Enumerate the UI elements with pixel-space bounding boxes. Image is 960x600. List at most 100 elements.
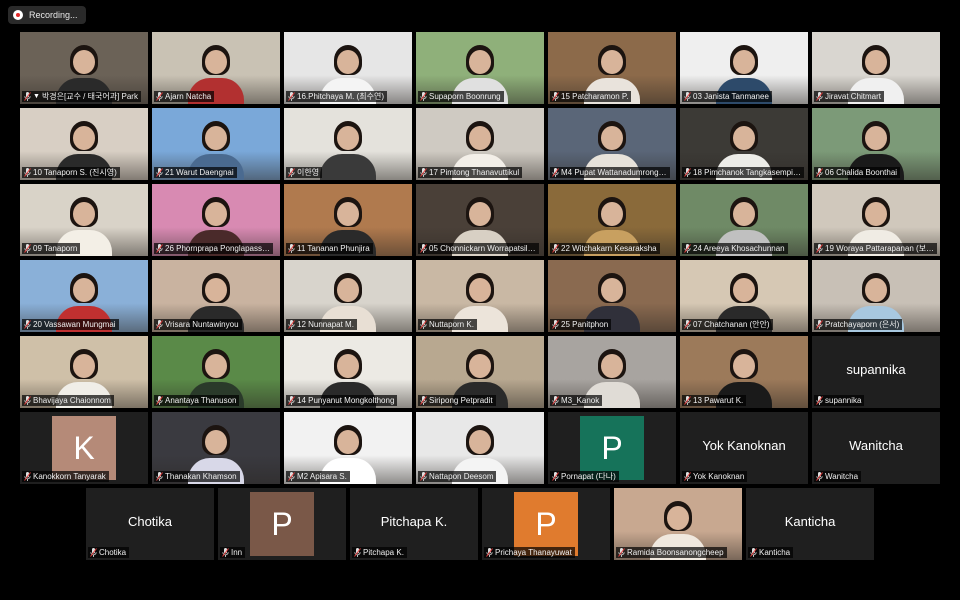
participant-name: 17 Pimtong Thanavuttikul	[429, 168, 520, 177]
participant-tile[interactable]: 26 Phornprapa Ponglapass…	[152, 184, 280, 256]
participant-face	[337, 50, 359, 74]
participant-tile[interactable]: ▼ 박경은[교수 / 태국어과] Park	[20, 32, 148, 104]
participant-tile[interactable]: Vrisara Nuntawinyou	[152, 260, 280, 332]
mic-muted-icon	[684, 396, 691, 405]
participant-tile[interactable]: 16.Phitchaya M. (최수연)	[284, 32, 412, 104]
participant-face	[469, 126, 491, 150]
mic-muted-icon	[222, 548, 229, 557]
participant-name-tag: 14 Punyanut Mongkolthong	[286, 395, 398, 406]
mic-muted-icon	[24, 244, 31, 253]
participant-face	[73, 202, 95, 226]
participant-name-tag: Thanakan Khamson	[154, 471, 240, 482]
participant-name-tag: 20 Vassawan Mungmai	[22, 319, 119, 330]
mic-muted-icon	[354, 548, 361, 557]
mic-muted-icon	[552, 396, 559, 405]
mic-muted-icon	[420, 320, 427, 329]
participant-face	[601, 202, 623, 226]
participant-tile[interactable]: 07 Chatchanan (안안)	[680, 260, 808, 332]
participant-tile[interactable]: P Prichaya Thanayuwat	[482, 488, 610, 560]
participant-tile[interactable]: 12 Nunnapat M.	[284, 260, 412, 332]
participant-tile[interactable]: P Inn	[218, 488, 346, 560]
participant-tile[interactable]: 18 Pimchanok Tangkasempi…	[680, 108, 808, 180]
participant-tile[interactable]: P Pornapat (다나)	[548, 412, 676, 484]
participant-name-tag: Kanticha	[748, 547, 794, 558]
participant-face	[205, 202, 227, 226]
participant-name-tag: 05 Chonnickarn Worrapatsil…	[418, 243, 539, 254]
participant-name-tag: 16.Phitchaya M. (최수연)	[286, 91, 387, 102]
participant-tile[interactable]: 17 Pimtong Thanavuttikul	[416, 108, 544, 180]
participant-tile[interactable]: Chotika Chotika	[86, 488, 214, 560]
participant-tile[interactable]: Nattapon Deesom	[416, 412, 544, 484]
participant-name-tag: 24 Areeya Khosachunnan	[682, 243, 788, 254]
participant-name-tag: Yok Kanoknan	[682, 471, 748, 482]
participant-tile[interactable]: 03 Janista Tanmanee	[680, 32, 808, 104]
participant-name: Nuttaporn K.	[429, 320, 474, 329]
mic-muted-icon	[156, 320, 163, 329]
participant-tile[interactable]: M2 Apisara S.	[284, 412, 412, 484]
participant-name: 15 Patcharamon P.	[561, 92, 629, 101]
participant-name: 이한영	[297, 168, 320, 177]
mic-muted-icon	[156, 92, 163, 101]
participant-name-tag: 11 Tananan Phunjira	[286, 243, 373, 254]
participant-name-tag: 21 Warut Daengnai	[154, 167, 237, 178]
participant-tile[interactable]: Pratchayaporn (은서)	[812, 260, 940, 332]
participant-name-tag: 이한영	[286, 167, 323, 178]
participant-tile[interactable]: 19 Woraya Pattarapanan (보…	[812, 184, 940, 256]
participant-name: Anantaya Thanuson	[165, 396, 237, 405]
participant-tile[interactable]: Pitchapa K. Pitchapa K.	[350, 488, 478, 560]
participant-face	[337, 278, 359, 302]
participant-tile[interactable]: Thanakan Khamson	[152, 412, 280, 484]
mic-muted-icon	[750, 548, 757, 557]
participant-tile[interactable]: 24 Areeya Khosachunnan	[680, 184, 808, 256]
participant-tile[interactable]: Anantaya Thanuson	[152, 336, 280, 408]
participant-tile[interactable]: 05 Chonnickarn Worrapatsil…	[416, 184, 544, 256]
participant-tile[interactable]: Jiravat Chitmart	[812, 32, 940, 104]
mic-muted-icon	[684, 92, 691, 101]
participant-tile[interactable]: 22 Witchakarn Kesaraksha	[548, 184, 676, 256]
participant-tile[interactable]: 11 Tananan Phunjira	[284, 184, 412, 256]
participant-tile[interactable]: Ajarn Natcha	[152, 32, 280, 104]
participant-name: Siripong Petpradit	[429, 396, 493, 405]
participant-tile[interactable]: Bhavijaya Chaionnom	[20, 336, 148, 408]
mic-muted-icon	[816, 168, 823, 177]
participant-tile[interactable]: 13 Pawarut K.	[680, 336, 808, 408]
participant-name-tag: Siripong Petpradit	[418, 395, 496, 406]
participant-name: Ajarn Natcha	[165, 92, 212, 101]
participant-tile[interactable]: 09 Tanaporn	[20, 184, 148, 256]
participant-tile[interactable]: Wanitcha Wanitcha	[812, 412, 940, 484]
participant-tile[interactable]: supannika supannika	[812, 336, 940, 408]
recording-label: Recording...	[29, 10, 78, 20]
mic-muted-icon	[24, 92, 31, 101]
participant-tile[interactable]: M4 Pupat Wattanadumrong…	[548, 108, 676, 180]
participant-name-tag: Vrisara Nuntawinyou	[154, 319, 242, 330]
participant-display-name: Yok Kanoknan	[702, 438, 786, 453]
participant-tile[interactable]: Supaporn Boonrung	[416, 32, 544, 104]
participant-tile[interactable]: 21 Warut Daengnai	[152, 108, 280, 180]
participant-tile[interactable]: 20 Vassawan Mungmai	[20, 260, 148, 332]
participant-tile[interactable]: K Kanokkorn Tanyarak	[20, 412, 148, 484]
participant-tile[interactable]: 이한영	[284, 108, 412, 180]
participant-face	[601, 126, 623, 150]
participant-tile[interactable]: Nuttaporn K.	[416, 260, 544, 332]
recording-indicator[interactable]: Recording...	[8, 6, 86, 24]
mic-muted-icon	[420, 92, 427, 101]
participant-tile[interactable]: 10 Tanaporn S. (진시영)	[20, 108, 148, 180]
participant-name: Pratchayaporn (은서)	[825, 320, 900, 329]
participant-name: Jiravat Chitmart	[825, 92, 882, 101]
participant-tile[interactable]: Ramida Boonsanongcheep	[614, 488, 742, 560]
participant-name: 13 Pawarut K.	[693, 396, 744, 405]
participant-name-tag: 25 Panitphon	[550, 319, 612, 330]
participant-display-name: Pitchapa K.	[380, 514, 448, 529]
participant-tile[interactable]: Yok Kanoknan Yok Kanoknan	[680, 412, 808, 484]
participant-name: Inn	[231, 548, 243, 557]
participant-tile[interactable]: Siripong Petpradit	[416, 336, 544, 408]
participant-tile[interactable]: 25 Panitphon	[548, 260, 676, 332]
participant-tile[interactable]: Kanticha Kanticha	[746, 488, 874, 560]
participant-tile[interactable]: M3_Kanok	[548, 336, 676, 408]
participant-tile[interactable]: 14 Punyanut Mongkolthong	[284, 336, 412, 408]
participant-tile[interactable]: 06 Chalida Boonthai	[812, 108, 940, 180]
participant-tile[interactable]: 15 Patcharamon P.	[548, 32, 676, 104]
record-icon	[13, 10, 23, 20]
mic-muted-icon	[816, 244, 823, 253]
participant-face	[73, 278, 95, 302]
